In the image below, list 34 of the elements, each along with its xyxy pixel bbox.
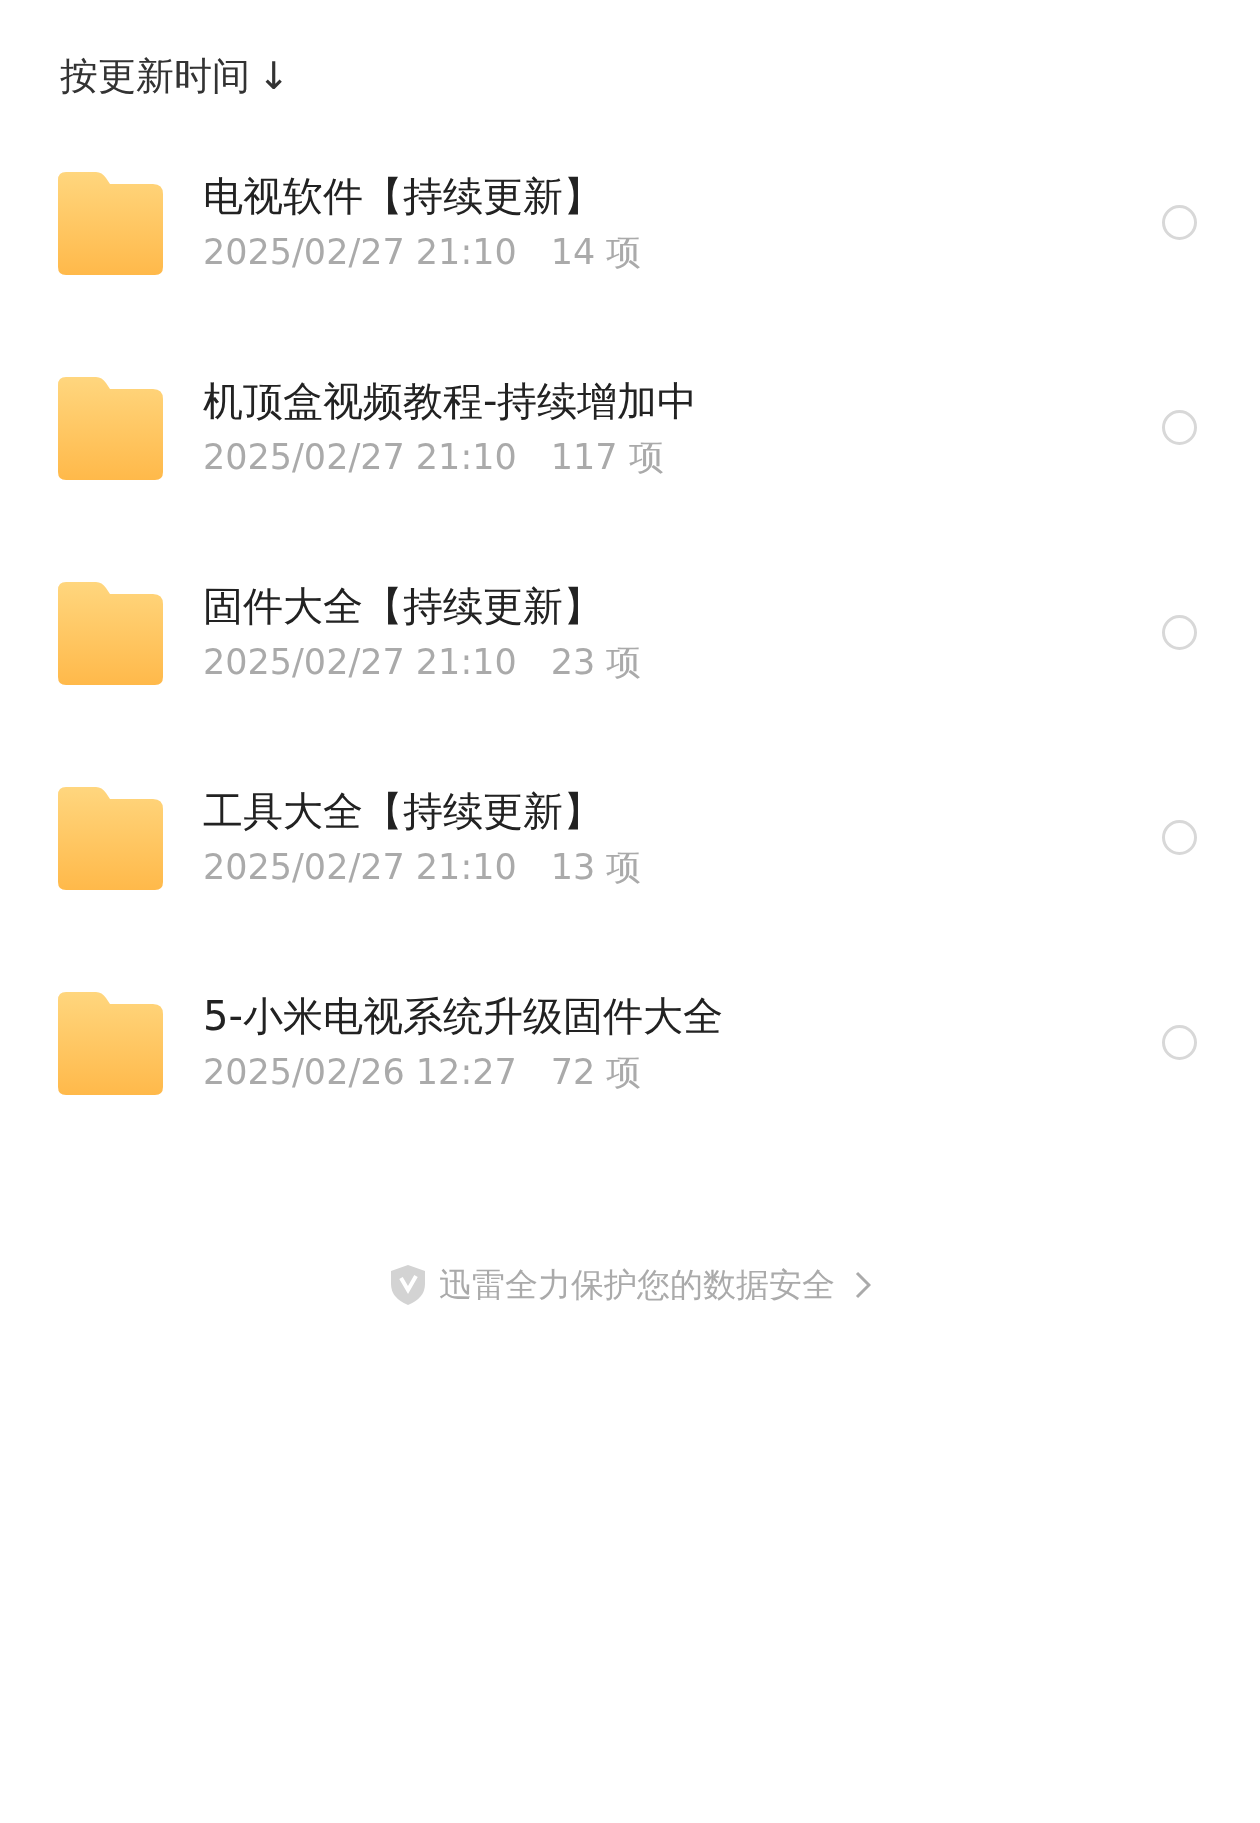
folder-row[interactable]: 固件大全【持续更新】 2025/02/27 21:10 23 项 (0, 530, 1260, 735)
folder-row[interactable]: 5-小米电视系统升级固件大全 2025/02/26 12:27 72 项 (0, 940, 1260, 1145)
folder-icon (58, 785, 163, 890)
sort-label[interactable]: 按更新时间 (60, 57, 250, 95)
folder-icon (58, 170, 163, 275)
item-count: 72 项 (550, 1050, 642, 1094)
item-count: 23 项 (550, 640, 642, 684)
folder-name: 电视软件【持续更新】 (203, 171, 604, 221)
folder-name: 工具大全【持续更新】 (203, 786, 604, 836)
select-radio[interactable] (1162, 410, 1197, 445)
shield-icon (389, 1263, 427, 1306)
select-radio[interactable] (1162, 1025, 1197, 1060)
item-count: 14 项 (550, 230, 642, 274)
folder-icon (58, 990, 163, 1095)
item-count: 13 项 (550, 845, 642, 889)
folder-row[interactable]: 电视软件【持续更新】 2025/02/27 21:10 14 项 (0, 120, 1260, 325)
folder-name: 固件大全【持续更新】 (203, 581, 604, 631)
folder-date: 2025/02/27 21:10 (203, 640, 517, 684)
folder-date: 2025/02/27 21:10 (203, 845, 517, 889)
folder-icon (58, 375, 163, 480)
folder-date: 2025/02/27 21:10 (203, 230, 517, 274)
sort-arrow[interactable]: ↓ (258, 57, 290, 95)
folder-icon (58, 580, 163, 685)
folder-row[interactable]: 机顶盒视频教程-持续增加中 2025/02/27 21:10 117 项 (0, 325, 1260, 530)
folder-date: 2025/02/27 21:10 (203, 435, 517, 479)
select-radio[interactable] (1162, 820, 1197, 855)
select-radio[interactable] (1162, 615, 1197, 650)
select-radio[interactable] (1162, 205, 1197, 240)
folder-row[interactable]: 工具大全【持续更新】 2025/02/27 21:10 13 项 (0, 735, 1260, 940)
folder-date: 2025/02/26 12:27 (203, 1050, 517, 1094)
folder-name: 5-小米电视系统升级固件大全 (203, 991, 724, 1041)
item-count: 117 项 (550, 435, 664, 479)
folder-name: 机顶盒视频教程-持续增加中 (203, 376, 699, 426)
chevron-right-icon[interactable] (855, 1270, 871, 1299)
